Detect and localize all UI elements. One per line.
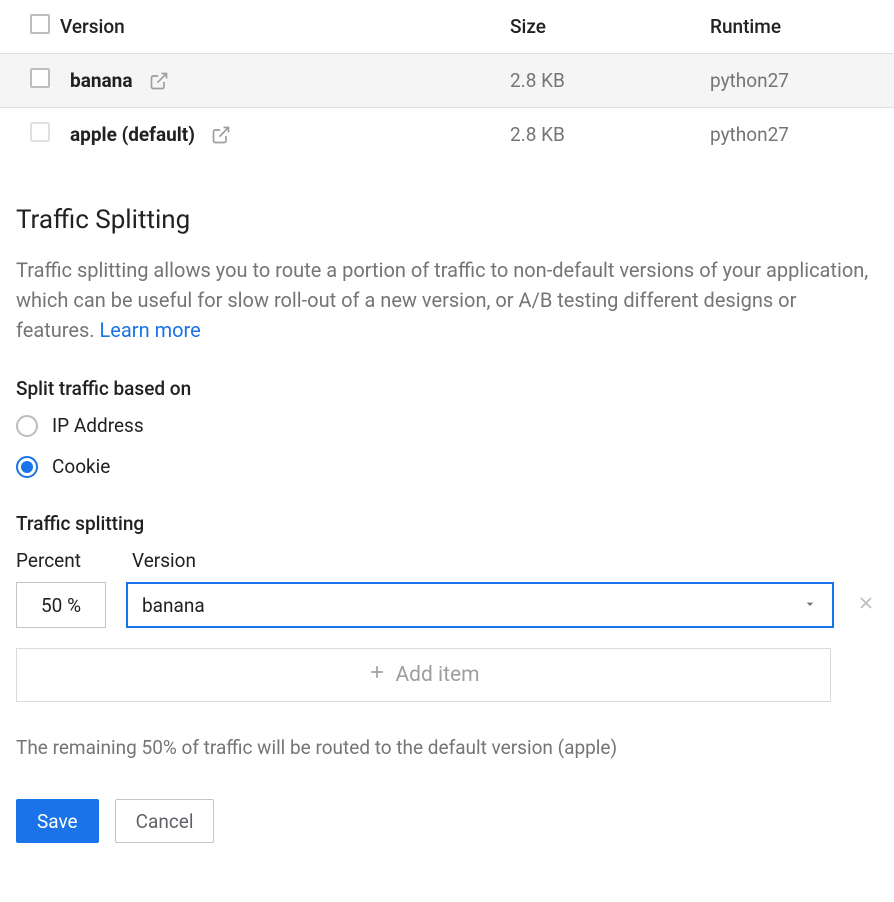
add-item-button[interactable]: Add item [16, 648, 831, 702]
save-button[interactable]: Save [16, 799, 99, 843]
plus-icon [367, 662, 387, 688]
remove-row-button[interactable] [854, 591, 878, 619]
percent-input[interactable]: 50 % [16, 582, 106, 628]
version-name[interactable]: apple (default) [70, 123, 195, 146]
percent-column-label: Percent [16, 549, 106, 572]
radio-cookie[interactable]: Cookie [16, 455, 878, 478]
radio-label: Cookie [52, 455, 110, 478]
external-link-icon[interactable] [211, 125, 231, 145]
split-based-on-group: IP Address Cookie [16, 414, 878, 478]
version-runtime: python27 [700, 54, 894, 108]
radio-label: IP Address [52, 414, 144, 437]
row-checkbox[interactable] [30, 68, 50, 88]
split-columns-header: Percent Version [16, 549, 878, 572]
split-based-on-label: Split traffic based on [16, 377, 878, 400]
version-column-label: Version [132, 549, 196, 572]
version-select[interactable]: banana [126, 582, 834, 628]
versions-table: Version Size Runtime banana 2.8 KB pytho… [0, 0, 894, 161]
radio-ip-address[interactable]: IP Address [16, 414, 878, 437]
traffic-splitting-label: Traffic splitting [16, 512, 878, 535]
col-header-version: Version [60, 0, 500, 54]
radio-icon [16, 415, 38, 437]
version-size: 2.8 KB [500, 54, 700, 108]
remaining-traffic-note: The remaining 50% of traffic will be rou… [16, 736, 878, 759]
table-row: banana 2.8 KB python27 [0, 54, 894, 108]
chevron-down-icon [802, 594, 818, 617]
col-header-runtime: Runtime [700, 0, 894, 54]
cancel-button[interactable]: Cancel [115, 799, 215, 843]
split-row: 50 % banana [16, 582, 878, 628]
row-checkbox[interactable] [30, 122, 50, 142]
version-size: 2.8 KB [500, 108, 700, 162]
select-all-checkbox[interactable] [30, 14, 50, 34]
version-name[interactable]: banana [70, 69, 133, 92]
col-header-size: Size [500, 0, 700, 54]
external-link-icon[interactable] [149, 71, 169, 91]
version-select-value: banana [142, 594, 205, 617]
learn-more-link[interactable]: Learn more [100, 318, 201, 342]
table-row: apple (default) 2.8 KB python27 [0, 108, 894, 162]
radio-icon [16, 456, 38, 478]
section-title: Traffic Splitting [16, 205, 878, 235]
version-runtime: python27 [700, 108, 894, 162]
add-item-label: Add item [395, 663, 479, 687]
section-description: Traffic splitting allows you to route a … [16, 255, 878, 345]
